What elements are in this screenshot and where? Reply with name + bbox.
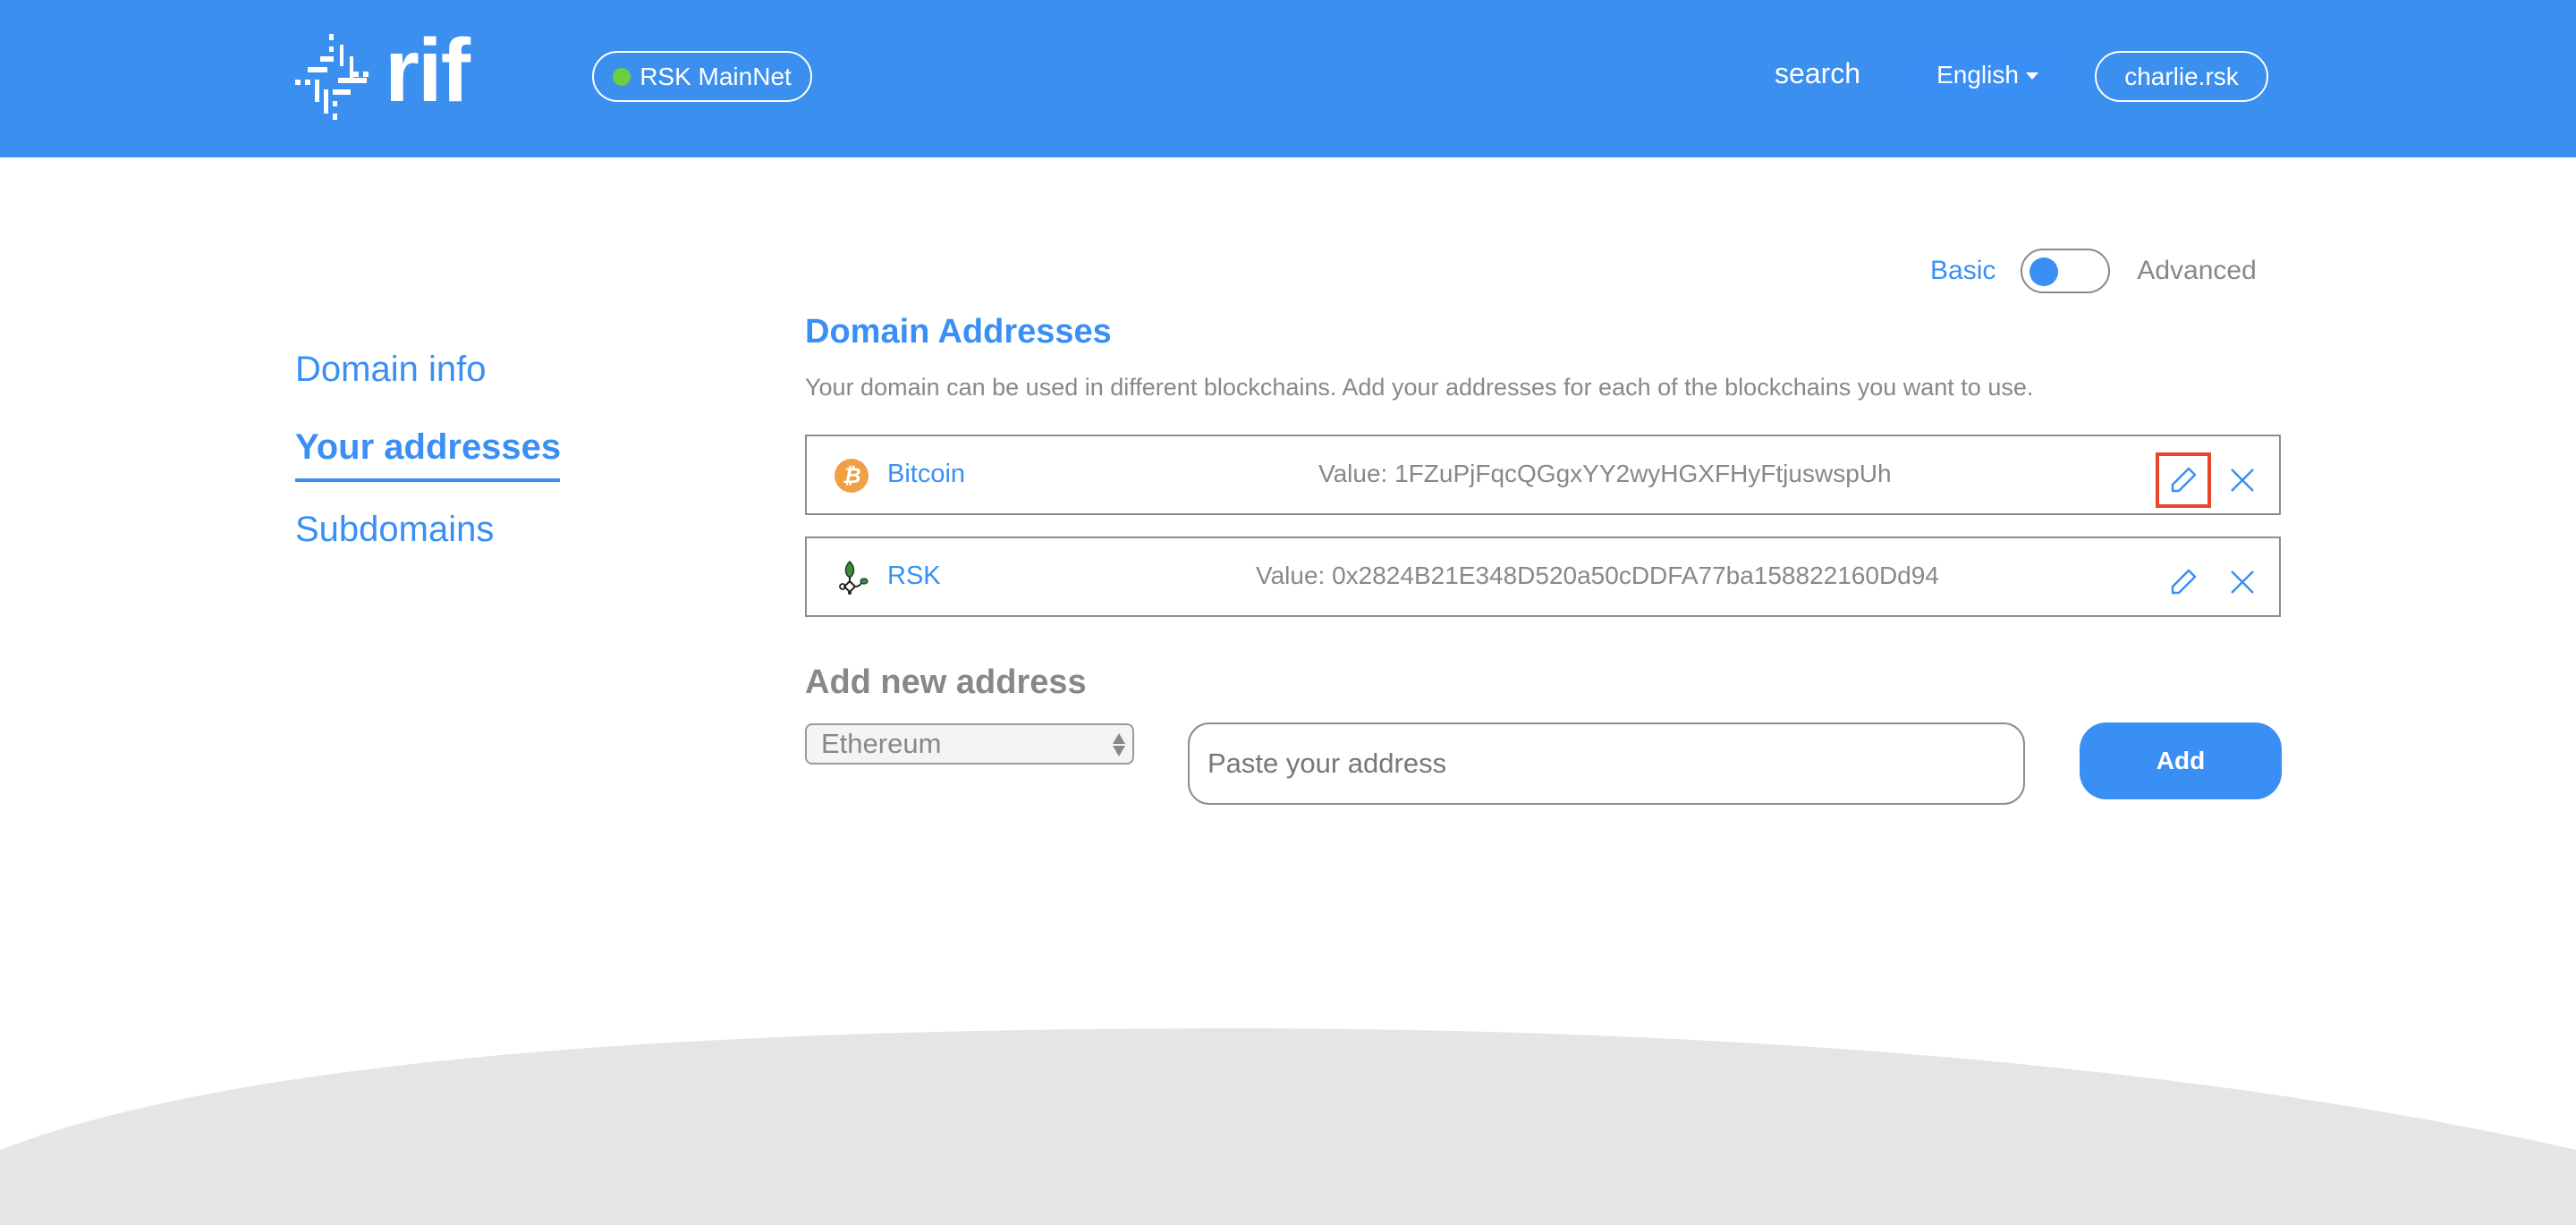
- switch-knob: [2029, 258, 2059, 286]
- close-icon: [2231, 469, 2254, 492]
- edit-address-button[interactable]: [2156, 554, 2211, 610]
- caret-down-icon: [2025, 72, 2038, 80]
- search-link[interactable]: search: [1775, 57, 1860, 90]
- select-arrows-icon: [1113, 731, 1125, 759]
- network-label: RSK MainNet: [640, 62, 792, 90]
- chain-select-value: Ethereum: [821, 728, 942, 759]
- rif-logo-icon: [295, 34, 369, 120]
- mode-switch[interactable]: [2021, 249, 2111, 293]
- edit-address-button[interactable]: [2156, 452, 2211, 508]
- rif-logo[interactable]: rif: [293, 26, 481, 122]
- address-input[interactable]: [1188, 722, 2025, 805]
- network-indicator[interactable]: RSK MainNet: [592, 51, 812, 102]
- pencil-icon: [2171, 467, 2197, 493]
- language-dropdown[interactable]: English: [1908, 48, 2067, 102]
- user-account-button[interactable]: charlie.rsk: [2095, 51, 2268, 102]
- address-value: Value: 1FZuPjFqcQGgxYY2wyHGXFHyFtjuswspU…: [1318, 460, 1892, 487]
- pencil-icon: [2171, 569, 2197, 595]
- footer-wave: [0, 1028, 2576, 1225]
- bitcoin-icon: ₿: [835, 459, 869, 493]
- logo-text: rif: [385, 21, 470, 121]
- page-title: Domain Addresses: [805, 313, 1112, 351]
- top-navbar: rif RSK MainNet search English charlie.r…: [0, 0, 2576, 157]
- mode-basic-label[interactable]: Basic: [1930, 256, 1996, 286]
- close-icon: [2231, 570, 2254, 594]
- sidebar-item-your-addresses[interactable]: Your addresses: [295, 429, 561, 465]
- address-value: Value: 0x2824B21E348D520a50cDDFA77ba1588…: [1256, 562, 1939, 589]
- chain-name: RSK: [887, 562, 941, 590]
- user-name: charlie.rsk: [2124, 62, 2239, 90]
- delete-address-button[interactable]: [2218, 456, 2267, 504]
- svg-text:₿: ₿: [842, 463, 860, 488]
- sidebar-item-subdomains[interactable]: Subdomains: [295, 511, 494, 547]
- chain-select[interactable]: Ethereum: [805, 723, 1134, 765]
- mode-advanced-label[interactable]: Advanced: [2137, 256, 2256, 286]
- address-row-bitcoin: ₿ Bitcoin Value: 1FZuPjFqcQGgxYY2wyHGXFH…: [805, 435, 2281, 515]
- network-status-dot: [613, 67, 631, 86]
- sidebar-item-domain-info[interactable]: Domain info: [295, 351, 486, 387]
- page-description: Your domain can be used in different blo…: [805, 374, 2034, 401]
- active-tab-underline: [295, 478, 560, 482]
- mode-toggle: Basic Advanced: [1930, 248, 2257, 294]
- chain-name: Bitcoin: [887, 460, 966, 488]
- delete-address-button[interactable]: [2218, 558, 2267, 606]
- address-row-rsk: RSK Value: 0x2824B21E348D520a50cDDFA77ba…: [805, 536, 2281, 617]
- add-button[interactable]: Add: [2080, 722, 2282, 799]
- rsk-icon: [839, 560, 869, 595]
- add-address-title: Add new address: [805, 663, 1087, 701]
- language-label: English: [1936, 61, 2019, 89]
